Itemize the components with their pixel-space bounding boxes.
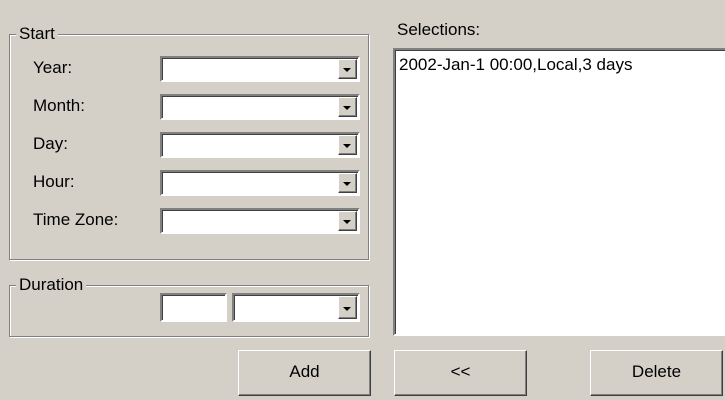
day-dropdown-button[interactable] <box>338 135 357 155</box>
move-left-button[interactable]: << <box>394 350 527 396</box>
time-zone-label: Time Zone: <box>33 210 119 229</box>
month-select[interactable] <box>160 94 360 120</box>
year-dropdown-button[interactable] <box>338 59 357 79</box>
delete-button[interactable]: Delete <box>590 350 723 396</box>
month-label: Month: <box>33 96 85 115</box>
time-zone-select[interactable] <box>160 208 360 234</box>
year-select[interactable] <box>160 56 360 82</box>
chevron-down-icon <box>343 106 351 110</box>
chevron-down-icon <box>343 68 351 72</box>
add-button[interactable]: Add <box>238 350 371 396</box>
chevron-down-icon <box>343 182 351 186</box>
duration-group: Duration <box>9 273 369 337</box>
hour-select[interactable] <box>160 170 360 196</box>
hour-label: Hour: <box>33 172 75 191</box>
duration-amount-input[interactable] <box>160 293 227 322</box>
selections-listbox[interactable]: 2002-Jan-1 00:00,Local,3 days <box>393 48 725 336</box>
day-select[interactable] <box>160 132 360 158</box>
day-label: Day: <box>33 134 68 153</box>
time-zone-dropdown-button[interactable] <box>338 211 357 231</box>
month-dropdown-button[interactable] <box>338 97 357 117</box>
start-group: Start Year: Month: Day: Hour: Time Zone: <box>9 22 369 260</box>
start-group-title: Start <box>16 22 58 46</box>
duration-group-title: Duration <box>16 273 87 297</box>
list-item[interactable]: 2002-Jan-1 00:00,Local,3 days <box>399 54 632 76</box>
chevron-down-icon <box>343 307 351 311</box>
selections-label: Selections: <box>397 20 481 39</box>
duration-unit-dropdown-button[interactable] <box>338 296 357 319</box>
duration-unit-select[interactable] <box>232 293 360 322</box>
chevron-down-icon <box>343 220 351 224</box>
chevron-down-icon <box>343 144 351 148</box>
year-label: Year: <box>33 58 73 77</box>
hour-dropdown-button[interactable] <box>338 173 357 193</box>
